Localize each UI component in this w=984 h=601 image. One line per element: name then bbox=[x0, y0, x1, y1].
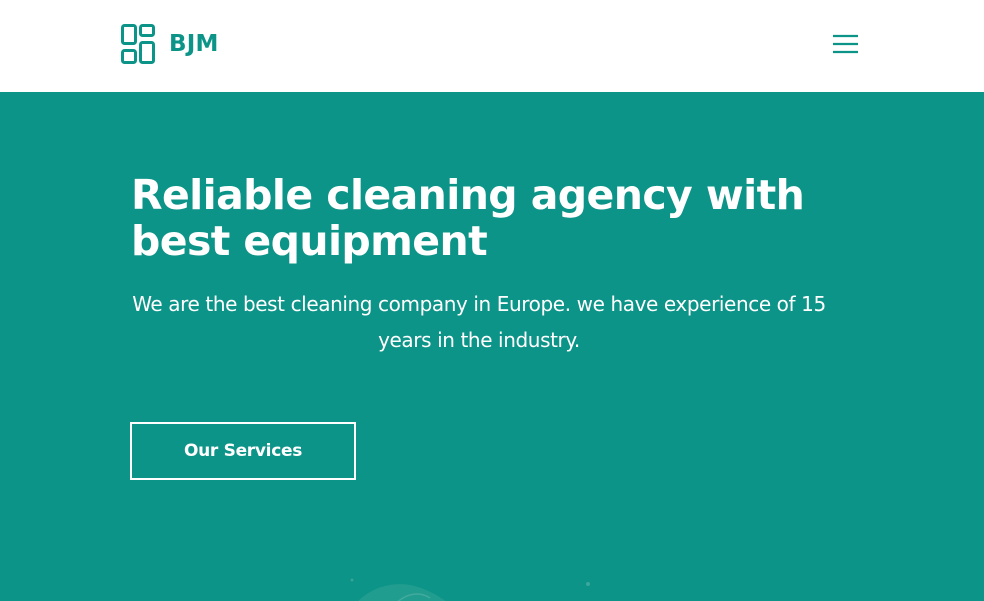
brand-name: BJM bbox=[169, 31, 219, 57]
our-services-button[interactable]: Our Services bbox=[130, 422, 356, 480]
grid-logo-icon bbox=[121, 24, 155, 64]
hero-section: Reliable cleaning agency with best equip… bbox=[0, 92, 984, 601]
hamburger-menu-icon bbox=[833, 34, 858, 54]
navbar: BJM bbox=[0, 0, 984, 92]
menu-toggle-button[interactable] bbox=[829, 30, 861, 58]
brand-home-link[interactable]: BJM bbox=[121, 24, 219, 64]
hero-title: Reliable cleaning agency with best equip… bbox=[131, 171, 805, 265]
hero-subtitle: We are the best cleaning company in Euro… bbox=[132, 292, 826, 352]
hero-image-edge bbox=[350, 578, 590, 601]
